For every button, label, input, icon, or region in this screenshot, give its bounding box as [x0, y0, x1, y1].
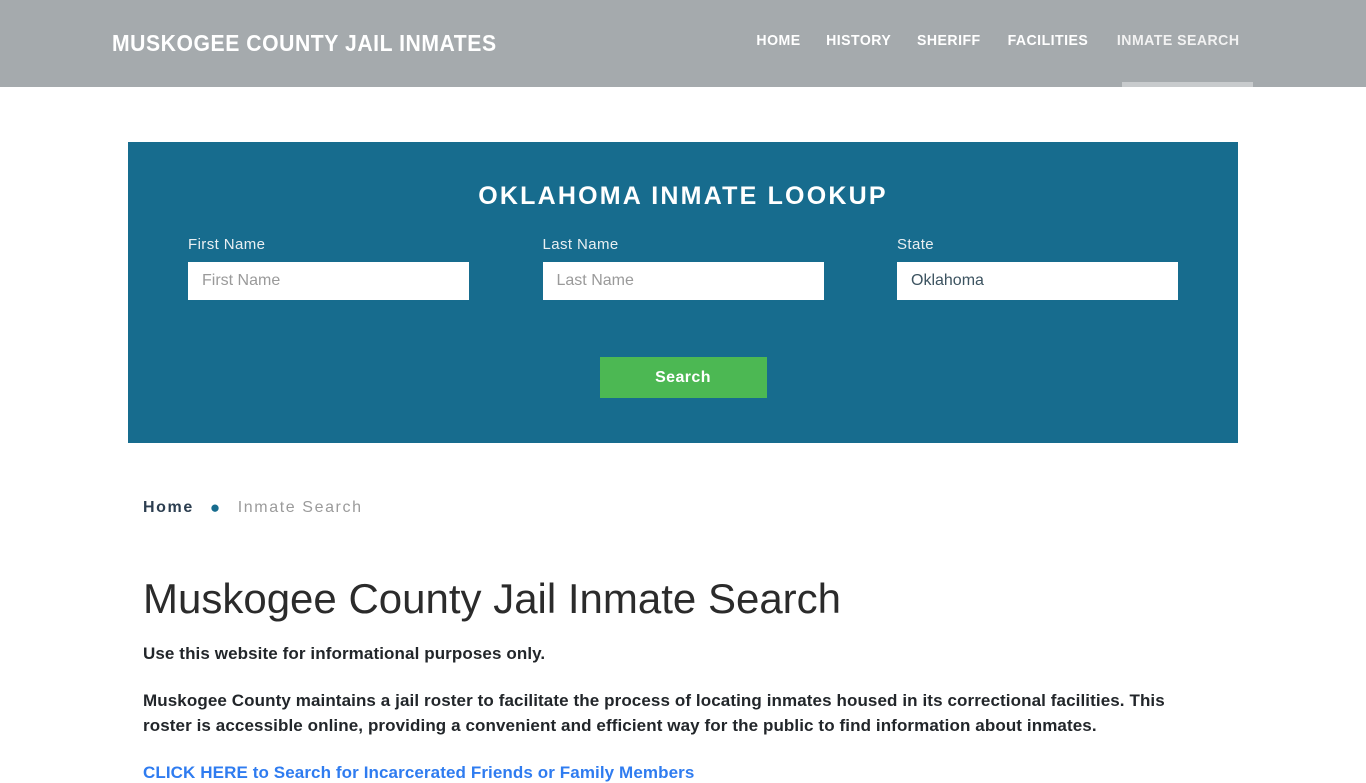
page-paragraph: Muskogee County maintains a jail roster …: [143, 691, 1165, 736]
main-navigation: HOME HISTORY SHERIFF FACILITIES INMATE S…: [744, 32, 1254, 49]
first-name-label: First Name: [188, 236, 266, 253]
first-name-field-group: First Name: [188, 236, 469, 300]
nav-item-sheriff[interactable]: SHERIFF: [907, 32, 991, 49]
breadcrumb-separator-icon: ●: [209, 497, 222, 517]
nav-item-inmate-search[interactable]: INMATE SEARCH: [1106, 32, 1249, 49]
page-title: Muskogee County Jail Inmate Search: [143, 575, 842, 622]
search-button-wrap: Search: [128, 357, 1238, 398]
breadcrumb-current: Inmate Search: [237, 499, 363, 516]
search-button[interactable]: Search: [599, 357, 767, 398]
site-header: MUSKOGEE COUNTY JAIL INMATES HOME HISTOR…: [0, 0, 1366, 87]
inmate-lookup-panel: OKLAHOMA INMATE LOOKUP First Name Last N…: [128, 142, 1238, 443]
active-nav-underline: [1122, 82, 1253, 87]
site-brand-title: MUSKOGEE COUNTY JAIL INMATES: [112, 30, 497, 56]
page-lede: Use this website for informational purpo…: [143, 644, 546, 664]
header-inner: MUSKOGEE COUNTY JAIL INMATES HOME HISTOR…: [0, 0, 1366, 87]
inmate-search-cta-link[interactable]: CLICK HERE to Search for Incarcerated Fr…: [143, 763, 694, 783]
breadcrumb: Home ● Inmate Search: [143, 495, 1233, 521]
nav-item-history[interactable]: HISTORY: [815, 32, 901, 49]
first-name-input[interactable]: [188, 262, 469, 300]
last-name-field-group: Last Name: [542, 236, 824, 300]
state-label: State: [897, 236, 935, 253]
breadcrumb-home-link[interactable]: Home: [143, 499, 194, 517]
last-name-input[interactable]: [542, 262, 824, 300]
nav-item-home[interactable]: HOME: [746, 32, 811, 49]
state-input[interactable]: [897, 262, 1178, 300]
last-name-label: Last Name: [542, 236, 619, 253]
lookup-panel-title: OKLAHOMA INMATE LOOKUP: [478, 182, 888, 210]
lookup-fields-row: First Name Last Name State: [188, 236, 1178, 300]
nav-item-facilities[interactable]: FACILITIES: [997, 32, 1098, 49]
state-field-group: State: [897, 236, 1178, 300]
page-content: Home ● Inmate Search Muskogee County Jai…: [143, 495, 1233, 783]
